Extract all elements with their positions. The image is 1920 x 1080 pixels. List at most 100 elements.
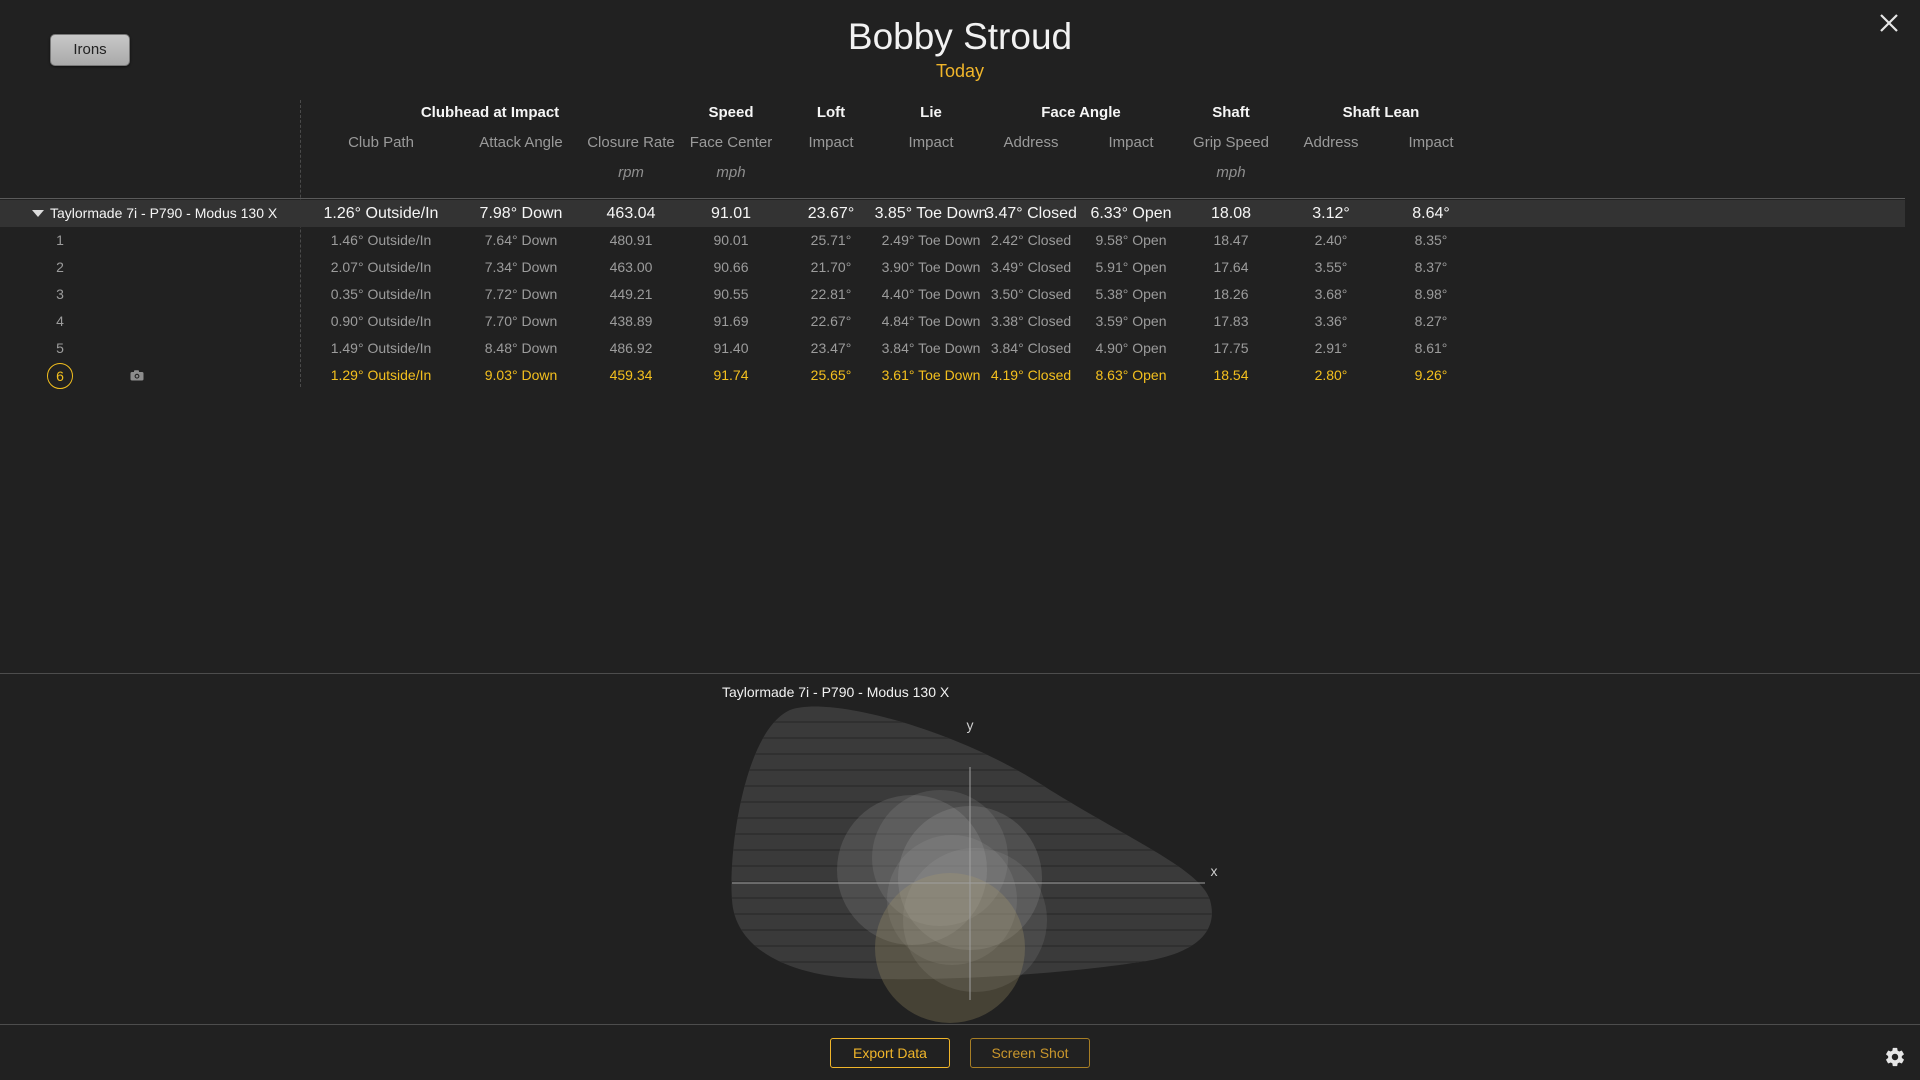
cell-lie: 3.90° Toe Down [881,259,981,275]
cell-attack-angle: 7.34° Down [484,259,558,275]
cell-loft: 22.67° [810,313,852,329]
player-name: Bobby Stroud [847,16,1073,57]
shot-number-selected[interactable]: 6 [47,363,73,389]
cell-face-impact: 6.33° Open [1090,205,1172,222]
subheader-grip-speed: Grip Speed [1193,134,1269,151]
cell-closure-rate: 486.92 [609,340,653,356]
cell-attack-angle: 7.64° Down [484,232,558,248]
cell-closure-rate: 463.00 [609,259,653,275]
subheader-closure-rate: Closure Rate [587,134,675,151]
cell-attack-angle: 8.48° Down [484,340,558,356]
cell-face-center: 90.01 [713,232,749,248]
impact-chart-title: Taylormade 7i - P790 - Modus 130 X [722,684,950,700]
cell-attack-angle: 7.72° Down [484,286,558,302]
cell-closure-rate: 480.91 [609,232,653,248]
cell-club-path: 1.46° Outside/In [330,232,432,248]
cell-lean-impact: 9.26° [1414,367,1448,383]
cell-lean-impact: 8.64° [1412,205,1450,222]
club-name: Taylormade 7i - P790 - Modus 130 X [50,205,278,221]
cell-lean-address: 2.80° [1314,367,1348,383]
cell-club-path: 1.26° Outside/In [323,205,439,222]
shot-number: 1 [56,232,64,248]
cell-attack-angle: 9.03° Down [484,367,558,383]
shot-row-1[interactable]: 1 1.46° Outside/In 7.64° Down 480.91 90.… [0,227,1905,254]
club-group-row[interactable]: Taylormade 7i - P790 - Modus 130 X 1.26°… [0,200,1905,227]
cell-lean-impact: 8.35° [1414,232,1448,248]
cell-closure-rate: 438.89 [609,313,653,329]
triangle-down-icon[interactable] [32,210,44,217]
header-clubhead-at-impact: Clubhead at Impact [420,104,560,121]
subheader-loft-impact: Impact [808,134,854,151]
cell-lie: 3.84° Toe Down [881,340,981,356]
cell-lie: 4.84° Toe Down [881,313,981,329]
screenshot-button[interactable]: Screen Shot [970,1038,1090,1068]
cell-closure-rate: 449.21 [609,286,653,302]
cell-grip-speed: 17.75 [1213,340,1249,356]
cell-loft: 25.71° [810,232,852,248]
cell-lean-impact: 8.61° [1414,340,1448,356]
cell-loft: 21.70° [810,259,852,275]
cell-lean-impact: 8.37° [1414,259,1448,275]
cell-face-center: 91.69 [713,313,749,329]
cell-face-address: 4.19° Closed [990,367,1072,383]
shot-row-6-selected[interactable]: 6 1.29° Outside/In 9.03° Down 459.34 91.… [0,362,1905,389]
camera-icon[interactable] [130,370,144,381]
cell-attack-angle: 7.98° Down [479,205,563,222]
cell-face-address: 3.84° Closed [990,340,1072,356]
shot-row-4[interactable]: 4 0.90° Outside/In 7.70° Down 438.89 91.… [0,308,1905,335]
unit-closure-rate: rpm [618,164,644,181]
header-lie: Lie [920,104,942,121]
cell-face-impact: 9.58° Open [1095,232,1167,248]
cell-closure-rate: 463.04 [606,205,656,222]
cell-lean-impact: 8.27° [1414,313,1448,329]
subheader-face-center: Face Center [689,134,773,151]
export-data-button[interactable]: Export Data [830,1038,950,1068]
subheader-lean-address: Address [1303,134,1359,151]
cell-loft: 23.47° [810,340,852,356]
cell-face-address: 3.50° Closed [990,286,1072,302]
cell-face-impact: 5.38° Open [1095,286,1167,302]
unit-grip-speed: mph [1216,164,1246,181]
shot-number: 3 [56,286,64,302]
cell-face-address: 3.38° Closed [990,313,1072,329]
subheader-club-path: Club Path [348,134,414,151]
cell-loft: 25.65° [810,367,852,383]
cell-lean-address: 3.68° [1314,286,1348,302]
cell-grip-speed: 18.54 [1213,367,1249,383]
cell-face-address: 3.49° Closed [990,259,1072,275]
shot-row-3[interactable]: 3 0.35° Outside/In 7.72° Down 449.21 90.… [0,281,1905,308]
cell-face-address: 3.47° Closed [985,205,1077,222]
header-face-angle: Face Angle [1041,104,1121,121]
cell-attack-angle: 7.70° Down [484,313,558,329]
y-axis-label: y [967,717,974,733]
header-speed: Speed [708,104,754,121]
shot-row-2[interactable]: 2 2.07° Outside/In 7.34° Down 463.00 90.… [0,254,1905,281]
gear-icon[interactable] [1884,1046,1906,1068]
cell-lean-address: 2.91° [1314,340,1348,356]
subheader-attack-angle: Attack Angle [479,134,563,151]
cell-grip-speed: 17.83 [1213,313,1249,329]
cell-club-path: 1.29° Outside/In [330,367,432,383]
session-date: Today [935,61,985,81]
subheader-lean-impact: Impact [1408,134,1454,151]
cell-grip-speed: 18.08 [1210,205,1252,222]
impact-location-chart: y x [731,706,1218,1023]
subheader-face-address: Address [1003,134,1059,151]
cell-loft: 22.81° [810,286,852,302]
x-axis-label: x [1211,863,1218,879]
cell-club-path: 1.49° Outside/In [330,340,432,356]
footer-divider [0,1024,1920,1025]
cell-lie: 2.49° Toe Down [881,232,981,248]
cell-grip-speed: 17.64 [1213,259,1249,275]
subheader-lie-impact: Impact [908,134,954,151]
cell-closure-rate: 459.34 [609,367,653,383]
cell-club-path: 0.35° Outside/In [330,286,432,302]
table-divider [0,198,1905,199]
cell-face-center: 91.40 [713,340,749,356]
shot-row-5[interactable]: 5 1.49° Outside/In 8.48° Down 486.92 91.… [0,335,1905,362]
cell-face-impact: 5.91° Open [1095,259,1167,275]
cell-face-impact: 4.90° Open [1095,340,1167,356]
cell-face-center: 91.74 [713,367,749,383]
cell-loft: 23.67° [807,205,855,222]
cell-lie: 4.40° Toe Down [881,286,981,302]
